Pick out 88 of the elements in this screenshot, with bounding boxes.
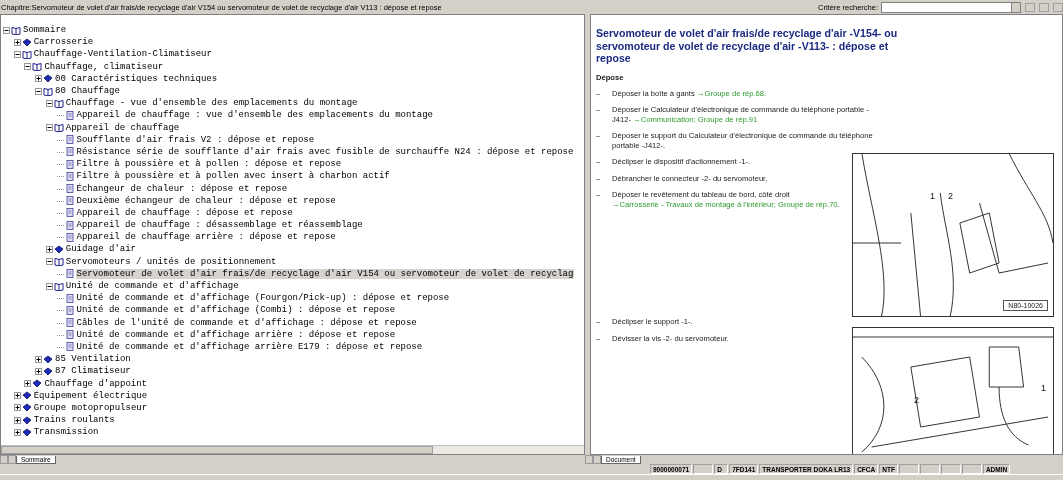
open-book-icon	[11, 25, 21, 35]
document-icon	[64, 305, 75, 315]
document-icon	[64, 330, 75, 340]
collapse-toggle[interactable]	[45, 282, 53, 290]
document-icon	[64, 171, 75, 181]
tree-item[interactable]: 00 Caractéristiques techniques	[54, 73, 219, 84]
tree-item[interactable]: Servomoteurs / unités de positionnement	[64, 256, 278, 267]
document-icon	[64, 342, 75, 352]
status-field	[919, 464, 940, 474]
expand-toggle[interactable]	[35, 355, 43, 363]
collapse-toggle[interactable]	[45, 99, 53, 107]
document-icon	[64, 184, 75, 194]
status-field	[940, 464, 961, 474]
tree-item[interactable]: Chauffage d'appoint	[43, 378, 148, 389]
tree-item[interactable]: Servomoteur de volet d'air frais/de recyclage d'air V154 ou servomoteur de volet de recyclag	[75, 268, 575, 279]
document-icon	[64, 318, 75, 328]
status-field	[961, 464, 982, 474]
document-icon	[64, 293, 75, 303]
tree-item[interactable]: Unité de commande et d'affichage (Fourgon/Pick-up) : dépose et repose	[75, 293, 451, 304]
expand-toggle[interactable]	[13, 416, 21, 424]
expand-toggle[interactable]	[45, 245, 53, 253]
expand-toggle[interactable]	[24, 380, 32, 388]
collapse-toggle[interactable]	[24, 63, 32, 71]
open-book-icon	[43, 86, 54, 96]
open-book-icon	[53, 98, 64, 108]
document-icon	[64, 220, 75, 230]
tree-item[interactable]: Chauffage - vue d'ensemble des emplacements du montage	[64, 98, 359, 109]
document-icon	[64, 196, 75, 206]
document-icon	[64, 232, 75, 242]
tree-item[interactable]: Appareil de chauffage : désassemblage et réassemblage	[75, 220, 364, 231]
collapse-toggle[interactable]	[3, 26, 10, 34]
tree-item[interactable]: Chauffage-Ventilation-Climatiseur	[32, 49, 213, 60]
document-icon	[64, 159, 75, 169]
document-icon	[64, 135, 75, 145]
tree-item[interactable]: Soufflante d'air frais V2 : dépose et repose	[75, 134, 316, 145]
document-icon	[64, 269, 75, 279]
horizontal-scrollbar[interactable]	[1, 445, 584, 454]
expand-toggle[interactable]	[13, 428, 21, 436]
tree-item[interactable]: Unité de commande et d'affichage (Combi) : dépose et repose	[75, 305, 397, 316]
callout-number: 1	[1041, 383, 1046, 393]
expand-toggle[interactable]	[13, 38, 21, 46]
tree-item[interactable]: Appareil de chauffage : dépose et repose	[75, 207, 294, 218]
tree-item[interactable]: Appareil de chauffage arrière : dépose et repose	[75, 232, 337, 243]
open-book-icon	[21, 49, 32, 59]
tree-item[interactable]: Groupe motopropulseur	[32, 402, 149, 413]
collapse-toggle[interactable]	[35, 87, 43, 95]
collapse-toggle[interactable]	[45, 258, 53, 266]
collapse-toggle[interactable]	[45, 124, 53, 132]
callout-number: 2	[914, 395, 919, 405]
tree-item[interactable]: Filtre à poussière et à pollen : dépose et repose	[75, 159, 343, 170]
tree-item[interactable]: Appareil de chauffage	[64, 122, 181, 133]
tree-item[interactable]: Deuxième échangeur de chaleur : dépose et repose	[75, 195, 337, 206]
expand-toggle[interactable]	[35, 75, 43, 83]
document-title: Servomoteur de volet d'air frais/de recyclage d'air -V154- ou servomoteur de volet de recyclage d'air -V113- : dépose et repose	[596, 27, 899, 65]
expand-toggle[interactable]	[13, 404, 21, 412]
collapse-toggle[interactable]	[13, 50, 21, 58]
tree-item[interactable]: Unité de commande et d'affichage	[64, 281, 240, 292]
tree-item[interactable]: Chauffage, climatiseur	[43, 61, 165, 72]
tree-item[interactable]: 87 Climatiseur	[54, 366, 132, 377]
tree-item[interactable]: Appareil de chauffage : vue d'ensemble des emplacements du montage	[75, 110, 434, 121]
tree-item[interactable]: 85 Ventilation	[54, 354, 132, 365]
open-book-icon	[53, 281, 64, 291]
status-field	[898, 464, 919, 474]
document-icon	[64, 208, 75, 218]
tree-item[interactable]: Filtre à poussière et à pollen avec insert à charbon actif	[75, 171, 391, 182]
tree-item[interactable]: Unité de commande et d'affichage arrière E179 : dépose et repose	[75, 341, 424, 352]
callout-number: 2	[948, 191, 953, 201]
document-icon	[64, 110, 75, 120]
tree-item[interactable]: 80 Chauffage	[54, 86, 121, 97]
tree-item[interactable]: Carrosserie	[32, 37, 95, 48]
tree-item[interactable]: Trains roulants	[32, 415, 116, 426]
open-book-icon	[53, 123, 64, 133]
tree-item[interactable]: Échangeur de chaleur : dépose et repose	[75, 183, 289, 194]
tree-item[interactable]: Sommaire	[22, 25, 68, 36]
open-book-icon	[53, 257, 64, 267]
tree-item[interactable]: Équipement électrique	[32, 390, 149, 401]
search-combo[interactable]	[881, 1, 1021, 13]
tree-item[interactable]: Unité de commande et d'affichage arrière : dépose et repose	[75, 329, 397, 340]
tree-item[interactable]: Transmission	[32, 427, 100, 438]
tree-item[interactable]: Résistance série de soufflante d'air frais avec fusible de surchauffe N24 : dépose et repose	[75, 146, 575, 157]
tree-item[interactable]: Guidage d'air	[64, 244, 137, 255]
expand-toggle[interactable]	[35, 367, 43, 375]
callout-number: 1	[930, 191, 935, 201]
document-icon	[64, 147, 75, 157]
status-field	[693, 464, 714, 474]
expand-toggle[interactable]	[13, 392, 21, 400]
tree-item[interactable]: Câbles de l'unité de commande et d'affichage : dépose et repose	[75, 317, 418, 328]
open-book-icon	[32, 62, 43, 72]
